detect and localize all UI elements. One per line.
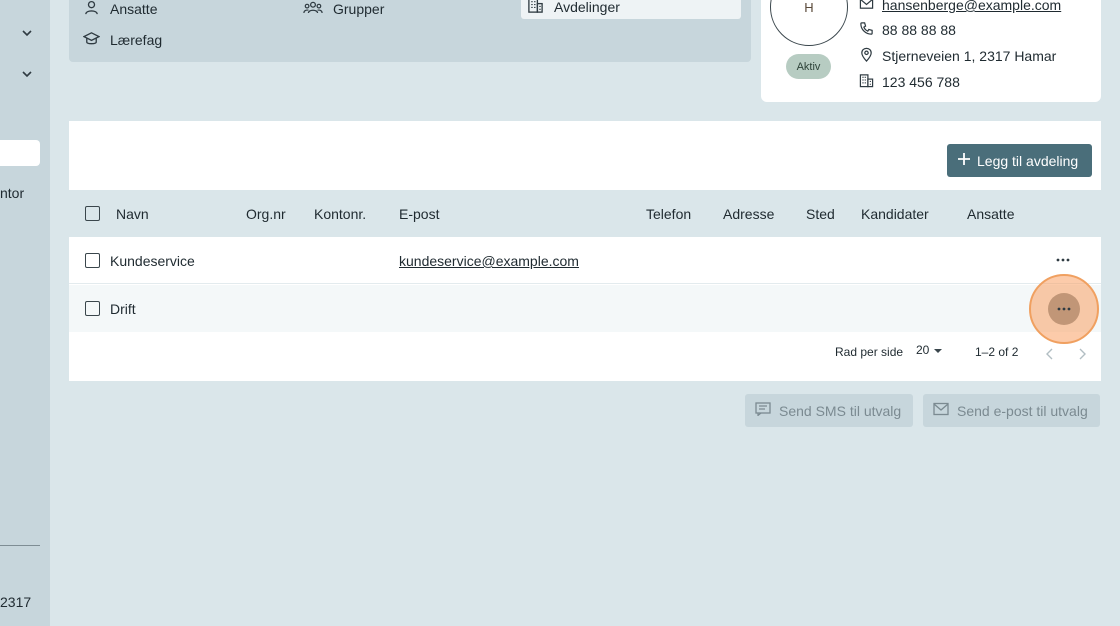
- profile-phone: 88 88 88 88: [882, 22, 956, 38]
- table-row[interactable]: Drift: [69, 274, 1101, 344]
- section-nav-card: Ansatte Grupper Avdelinger Lærefag: [69, 0, 751, 62]
- row-checkbox[interactable]: [85, 301, 100, 316]
- column-header-adresse[interactable]: Adresse: [723, 206, 774, 222]
- sidebar-divider: [0, 545, 40, 546]
- column-header-navn[interactable]: Navn: [116, 206, 149, 222]
- message-icon: [755, 402, 771, 419]
- sidebar-address-text: 2317: [0, 594, 32, 610]
- select-all-checkbox[interactable]: [85, 206, 100, 221]
- more-horizontal-icon: [1056, 258, 1070, 262]
- mail-icon: [859, 0, 874, 14]
- column-header-telefon[interactable]: Telefon: [646, 206, 691, 222]
- add-department-button[interactable]: Legg til avdeling: [947, 144, 1093, 177]
- status-badge-label: Aktiv: [796, 60, 821, 73]
- nav-item-laerefag[interactable]: Lærefag: [82, 30, 163, 50]
- row-checkbox[interactable]: [85, 253, 100, 268]
- chevron-right-icon[interactable]: [1077, 347, 1087, 360]
- more-horizontal-icon: [1048, 293, 1080, 325]
- chevron-down-icon[interactable]: [20, 67, 34, 81]
- building-icon: [527, 0, 544, 17]
- row-more-actions-button-highlighted[interactable]: [1029, 274, 1099, 344]
- profile-phone-row: 88 88 88 88: [859, 21, 956, 39]
- nav-item-label: Avdelinger: [554, 0, 620, 15]
- send-email-label: Send e-post til utvalg: [957, 402, 1088, 419]
- phone-icon: [859, 21, 874, 39]
- location-pin-icon: [859, 47, 874, 65]
- status-badge: Aktiv: [786, 54, 831, 79]
- sidebar-item-label[interactable]: ntor: [0, 185, 24, 201]
- row-name: Drift: [110, 301, 136, 317]
- person-icon: [83, 0, 100, 19]
- profile-card: H Aktiv hansenberge@example.com 88 88 88…: [761, 0, 1101, 102]
- column-header-ansatte[interactable]: Ansatte: [967, 206, 1014, 222]
- column-header-kontonr[interactable]: Kontonr.: [314, 206, 366, 222]
- departments-table-card: Legg til avdeling Navn Org.nr Kontonr. E…: [69, 121, 1101, 381]
- nav-item-label: Lærefag: [110, 32, 163, 48]
- nav-item-avdelinger[interactable]: Avdelinger: [521, 0, 741, 19]
- column-header-kandidater[interactable]: Kandidater: [861, 206, 929, 222]
- chevron-left-icon[interactable]: [1045, 347, 1055, 360]
- rows-per-page-value: 20: [916, 343, 930, 357]
- profile-address: Stjerneveien 1, 2317 Hamar: [882, 48, 1057, 64]
- pagination-range: 1–2 of 2: [975, 345, 1019, 359]
- rows-per-page-label: Rad per side: [835, 345, 904, 359]
- column-header-epost[interactable]: E-post: [399, 206, 439, 222]
- plus-icon: [957, 152, 971, 169]
- nav-item-label: Ansatte: [110, 1, 158, 17]
- add-department-label: Legg til avdeling: [977, 152, 1079, 169]
- profile-email-link[interactable]: hansenberge@example.com: [882, 0, 1061, 13]
- profile-email-row: hansenberge@example.com: [859, 0, 1061, 14]
- nav-item-ansatte[interactable]: Ansatte: [83, 0, 157, 19]
- rows-per-page-select[interactable]: 20: [916, 343, 943, 357]
- sidebar-item-active[interactable]: [0, 140, 40, 166]
- chevron-down-icon[interactable]: [20, 26, 34, 40]
- profile-address-row: Stjerneveien 1, 2317 Hamar: [859, 47, 1056, 65]
- column-header-orgnr[interactable]: Org.nr: [246, 206, 286, 222]
- send-sms-label: Send SMS til utvalg: [779, 402, 902, 419]
- building-icon: [859, 73, 874, 91]
- caret-down-icon: [933, 343, 943, 357]
- nav-item-grupper[interactable]: Grupper: [303, 0, 384, 19]
- send-sms-button[interactable]: Send SMS til utvalg: [745, 394, 914, 427]
- table-row[interactable]: Kundeservice kundeservice@example.com: [69, 237, 1101, 284]
- sidebar: ntor 2317: [0, 0, 50, 626]
- nav-item-label: Grupper: [333, 1, 385, 17]
- avatar: H: [770, 0, 848, 46]
- send-email-button[interactable]: Send e-post til utvalg: [923, 394, 1100, 427]
- table-header: Navn Org.nr Kontonr. E-post Telefon Adre…: [69, 190, 1101, 237]
- profile-org-row: 123 456 788: [859, 73, 960, 91]
- group-icon: [303, 0, 323, 19]
- row-more-actions-button[interactable]: [1055, 252, 1071, 268]
- row-email-link[interactable]: kundeservice@example.com: [399, 253, 579, 269]
- mail-icon: [933, 402, 949, 419]
- profile-org-number: 123 456 788: [882, 74, 960, 90]
- avatar-initial: H: [804, 0, 814, 15]
- column-header-sted[interactable]: Sted: [806, 206, 835, 222]
- graduation-cap-icon: [82, 30, 101, 50]
- row-name: Kundeservice: [110, 253, 195, 269]
